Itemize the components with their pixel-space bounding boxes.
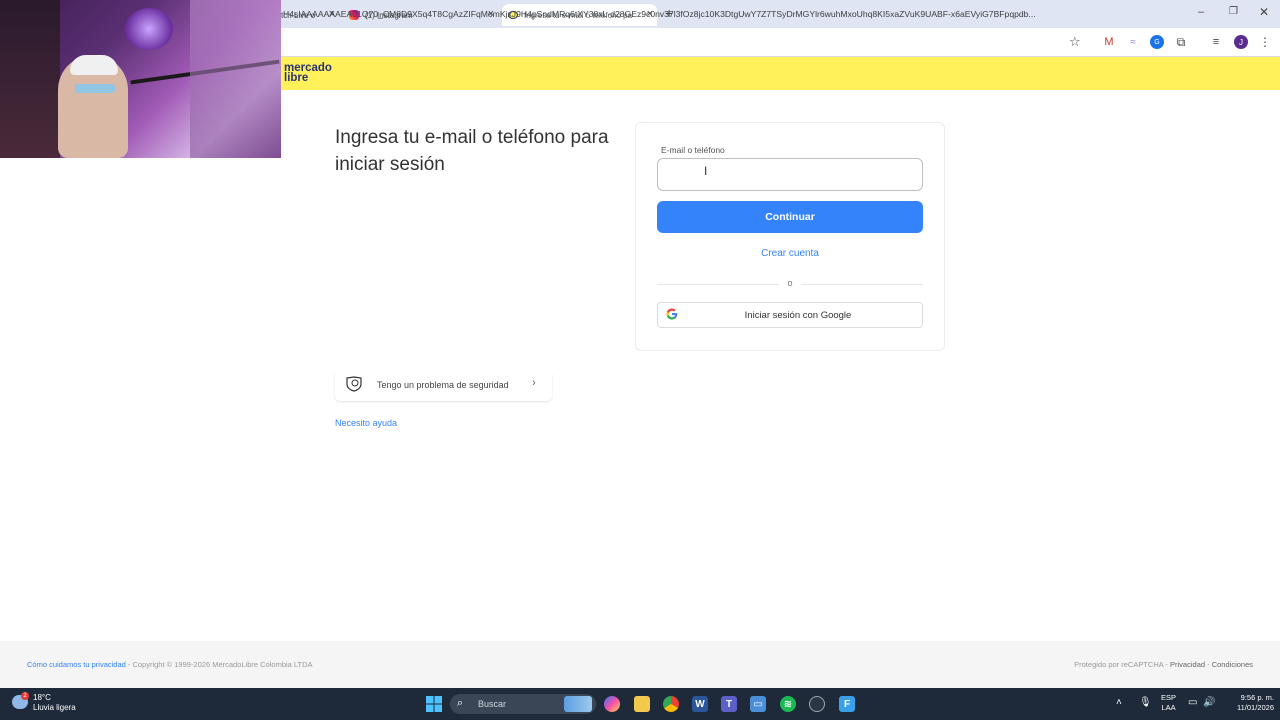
- url-field[interactable]: H4sIAAAAAAAEA01Q70_CM8D9X5q4T8CgAzZIFqMo…: [283, 9, 1065, 19]
- restore-icon[interactable]: ❐: [1229, 6, 1238, 17]
- logo-text-line2: libre: [284, 72, 309, 84]
- teams-icon[interactable]: T: [721, 696, 737, 712]
- app-f-icon[interactable]: F: [839, 696, 855, 712]
- temperature: 18°C: [33, 693, 51, 702]
- shield-icon: [346, 376, 362, 392]
- copyright-text: - Copyright © 1999-2026 MercadoLibre Col…: [125, 660, 313, 669]
- extension-translate-icon[interactable]: G: [1150, 35, 1164, 49]
- clock[interactable]: 9:56 p. m. 11/01/2026: [1222, 693, 1274, 713]
- language-indicator[interactable]: ESP LAA: [1161, 693, 1176, 713]
- extension-feather-icon[interactable]: ≈: [1126, 35, 1140, 49]
- background-wall: [190, 0, 281, 158]
- mercadolibre-header: mercado libre: [281, 57, 1280, 90]
- email-field-label: E-mail o teléfono: [661, 145, 725, 155]
- bookmark-star-icon[interactable]: ☆: [1069, 34, 1081, 50]
- network-icon[interactable]: ▭: [1188, 697, 1197, 708]
- notification-badge: 2: [21, 692, 29, 700]
- text-cursor-icon: I: [704, 164, 708, 178]
- remote-desktop-icon[interactable]: ▭: [750, 696, 766, 712]
- profile-avatar-icon[interactable]: J: [1234, 35, 1248, 49]
- chrome-icon[interactable]: [663, 696, 679, 712]
- minimize-icon[interactable]: –: [1198, 6, 1204, 18]
- window-close-icon[interactable]: ✕: [1259, 5, 1269, 19]
- lamp-light: [125, 8, 173, 50]
- clock-date: 11/01/2026: [1237, 703, 1274, 712]
- google-icon: [666, 308, 678, 320]
- weather-condition: Lluvia ligera: [33, 703, 76, 712]
- footer-separator: -: [1205, 660, 1212, 669]
- file-explorer-icon[interactable]: [634, 696, 650, 712]
- recaptcha-text: Protegido por reCAPTCHA -: [1074, 660, 1171, 669]
- lang-line2: LAA: [1161, 703, 1176, 712]
- lang-line1: ESP: [1161, 693, 1177, 702]
- divider: [801, 284, 923, 285]
- extensions-puzzle-icon[interactable]: ⧉: [1174, 35, 1188, 49]
- spotify-icon[interactable]: ≋: [780, 696, 796, 712]
- media-controls-icon[interactable]: ≡: [1209, 35, 1223, 49]
- glasses: [75, 84, 115, 93]
- word-icon[interactable]: W: [692, 696, 708, 712]
- chevron-right-icon: ›: [532, 377, 536, 389]
- webcam-overlay: [0, 0, 281, 158]
- help-link[interactable]: Necesito ayuda: [335, 418, 397, 428]
- footer-left: Cómo cuidamos tu privacidad - Copyright …: [27, 660, 313, 669]
- or-separator: o: [787, 278, 793, 288]
- email-field[interactable]: [657, 158, 923, 191]
- windows-start-icon[interactable]: [426, 696, 442, 712]
- weather-widget[interactable]: 18°C Lluvia ligera: [33, 693, 76, 713]
- search-highlight-icon: [564, 696, 592, 712]
- page-title: Ingresa tu e-mail o teléfono para inicia…: [335, 127, 609, 175]
- privacy-link[interactable]: Privacidad: [1170, 660, 1205, 669]
- divider: [657, 284, 779, 285]
- footer-right: Protegido por reCAPTCHA - Privacidad - C…: [1074, 660, 1253, 669]
- volume-icon[interactable]: 🔊: [1203, 697, 1215, 708]
- copilot-icon[interactable]: [604, 696, 620, 712]
- google-signin-button[interactable]: Iniciar sesión con Google: [657, 302, 923, 328]
- search-icon: ⌕: [457, 697, 464, 709]
- bookshelf: [0, 0, 60, 158]
- microphone-icon[interactable]: 🎙: [1139, 697, 1152, 708]
- cap: [70, 55, 118, 75]
- terms-link[interactable]: Condiciones: [1212, 660, 1253, 669]
- privacy-policy-link[interactable]: Cómo cuidamos tu privacidad: [27, 660, 126, 669]
- continue-button[interactable]: Continuar: [657, 201, 923, 233]
- search-placeholder: Buscar: [478, 699, 507, 709]
- create-account-link[interactable]: Crear cuenta: [657, 248, 923, 259]
- chevron-up-icon[interactable]: ˄: [1116, 697, 1122, 708]
- mercadolibre-logo[interactable]: mercado libre: [284, 62, 332, 84]
- security-problem-label: Tengo un problema de seguridad: [377, 380, 509, 390]
- extension-gmail-icon[interactable]: M: [1102, 35, 1116, 49]
- menu-kebab-icon[interactable]: ⋮: [1258, 35, 1272, 49]
- clock-time: 9:56 p. m.: [1240, 693, 1274, 702]
- google-signin-label: Iniciar sesión con Google: [744, 309, 852, 321]
- app-icon[interactable]: [809, 696, 825, 712]
